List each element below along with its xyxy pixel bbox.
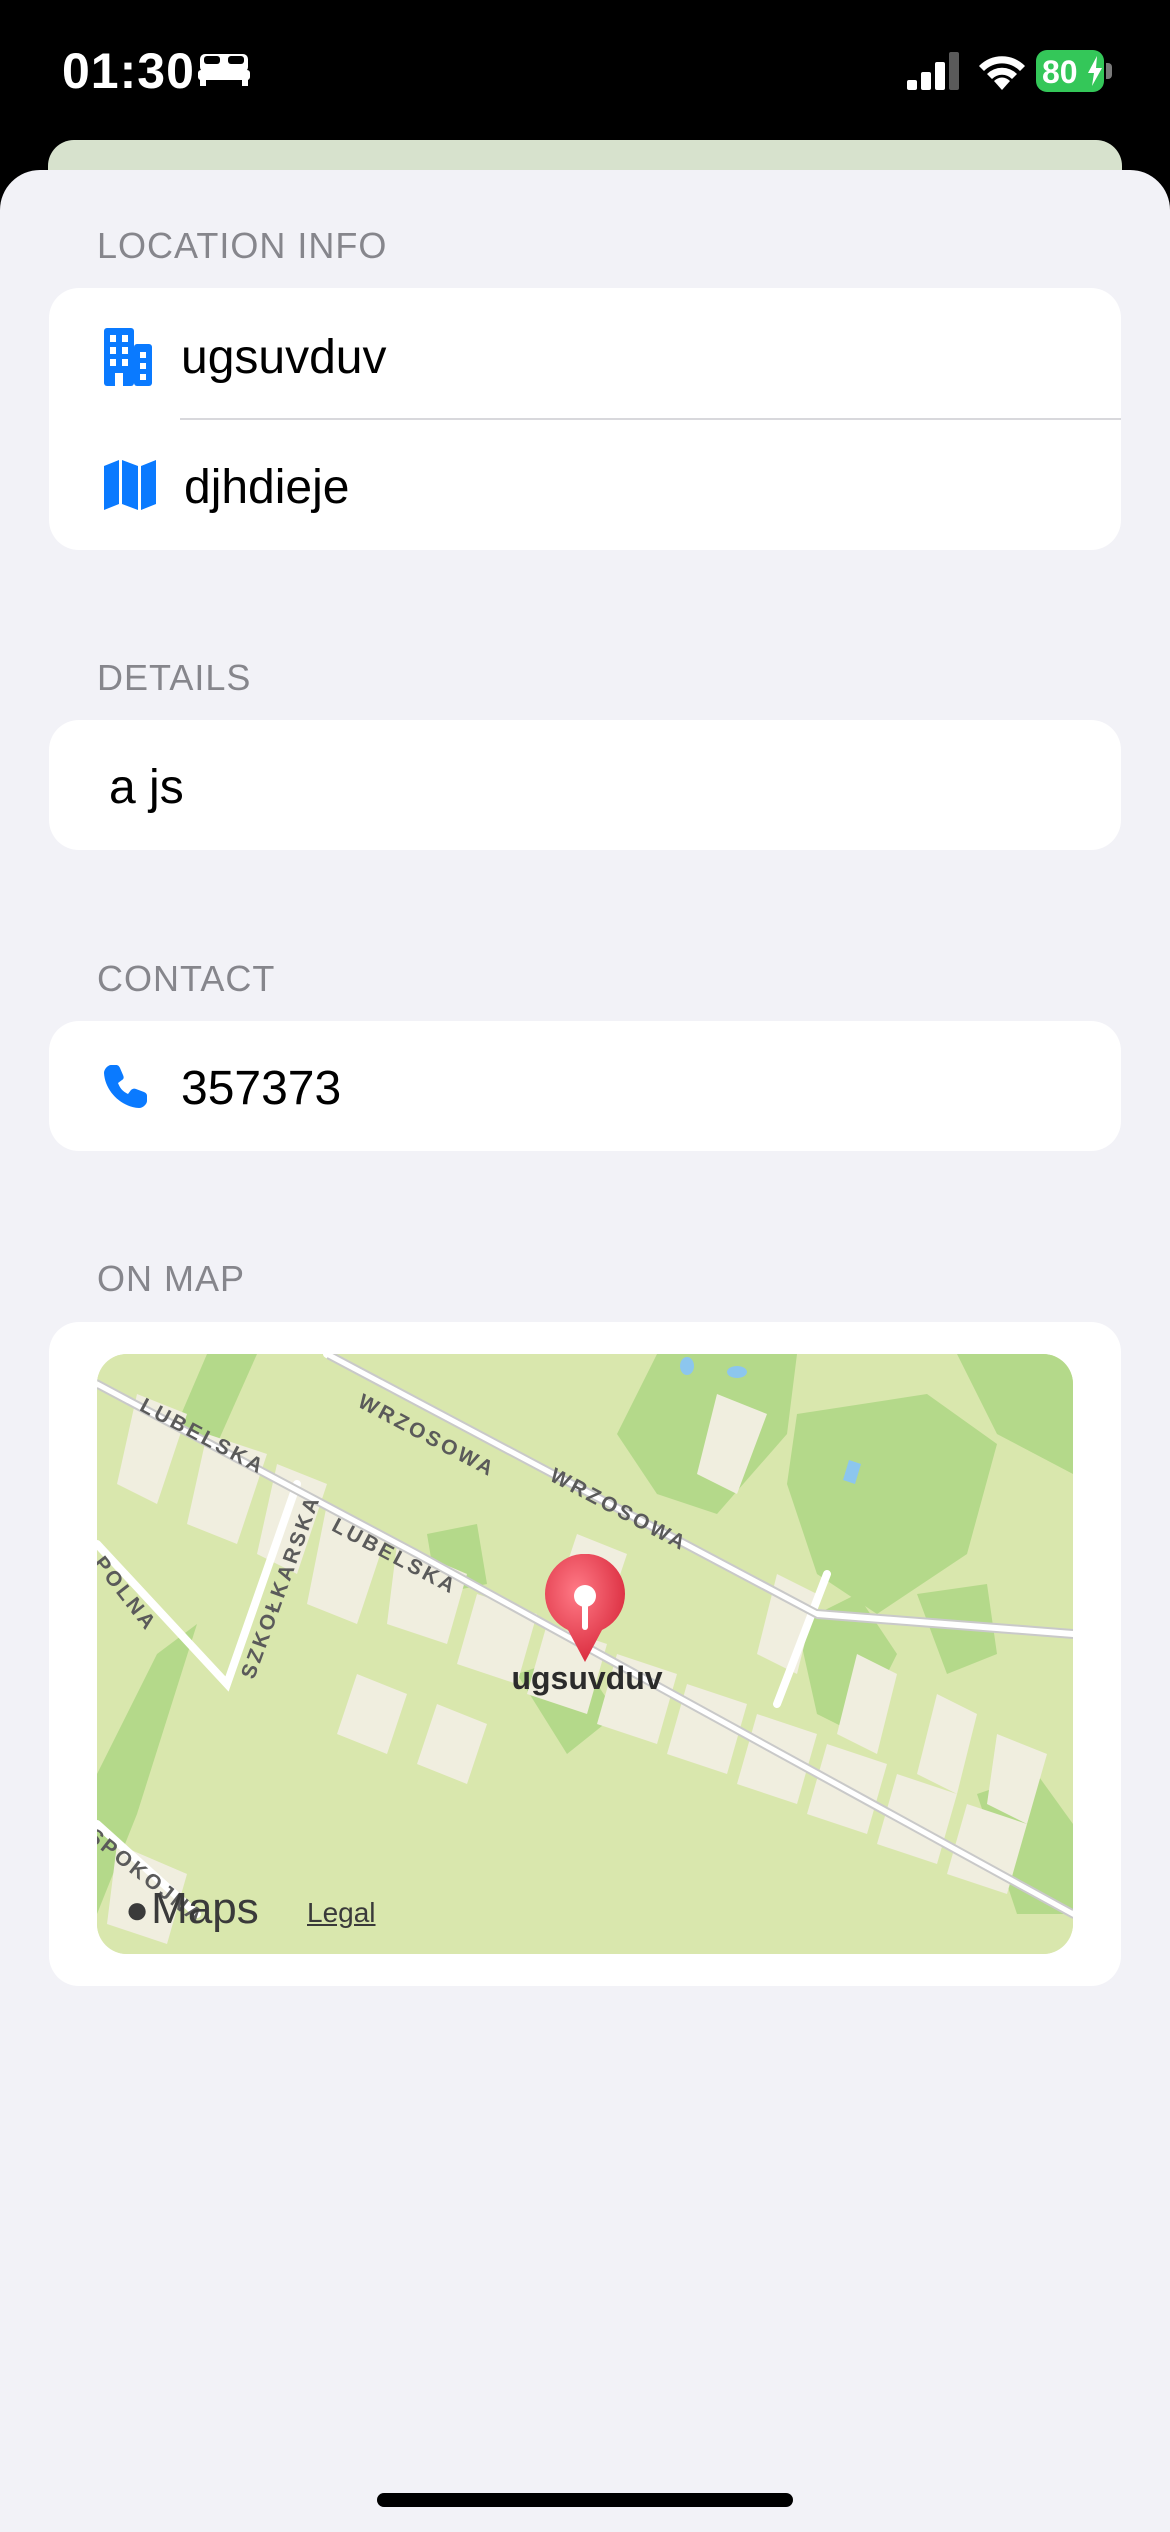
battery-cap: [1106, 63, 1112, 79]
location-detail-sheet: LOCATION INFO ugsuvduv djhdieje DETAILS …: [0, 170, 1170, 2532]
map-card: WRZOSOWA WRZOSOWA LUBELSKA LUBELSKA POLN…: [49, 1322, 1121, 1986]
phone-number[interactable]: 357373: [181, 1061, 341, 1116]
phone-icon: [104, 1065, 147, 1108]
map-icon: [104, 460, 156, 510]
details-card: a js: [49, 720, 1121, 850]
section-header-location-info: LOCATION INFO: [97, 225, 388, 266]
sleep-focus-icon: [198, 54, 250, 86]
cellular-signal-icon: [907, 52, 959, 90]
section-header-on-map: ON MAP: [97, 1258, 246, 1299]
location-pin-icon[interactable]: [540, 1554, 630, 1664]
row-separator: [180, 418, 1121, 420]
battery-level: 80: [1042, 54, 1078, 90]
status-time: 01:30: [62, 43, 195, 99]
home-indicator: [377, 2493, 793, 2507]
charging-bolt-icon: [1088, 56, 1102, 86]
location-info-card: ugsuvduv djhdieje: [49, 288, 1121, 550]
legal-link[interactable]: Legal: [307, 1897, 376, 1929]
location-name[interactable]: ugsuvduv: [181, 330, 386, 385]
location-address[interactable]: djhdieje: [184, 460, 349, 515]
apple-logo-icon: ●: [125, 1888, 150, 1932]
wifi-icon: [979, 56, 1025, 90]
pin-label: ugsuvduv: [511, 1660, 663, 1696]
contact-card: 357373: [49, 1021, 1121, 1151]
building-icon: [104, 328, 152, 386]
section-header-details: DETAILS: [97, 657, 252, 698]
map-view[interactable]: WRZOSOWA WRZOSOWA LUBELSKA LUBELSKA POLN…: [97, 1354, 1073, 1954]
section-header-contact: CONTACT: [97, 958, 276, 999]
battery-indicator: 80: [1036, 50, 1112, 92]
apple-maps-logo: ●Maps: [125, 1884, 259, 1933]
details-text[interactable]: a js: [109, 760, 184, 815]
status-bar: 01:30 80: [0, 0, 1170, 150]
